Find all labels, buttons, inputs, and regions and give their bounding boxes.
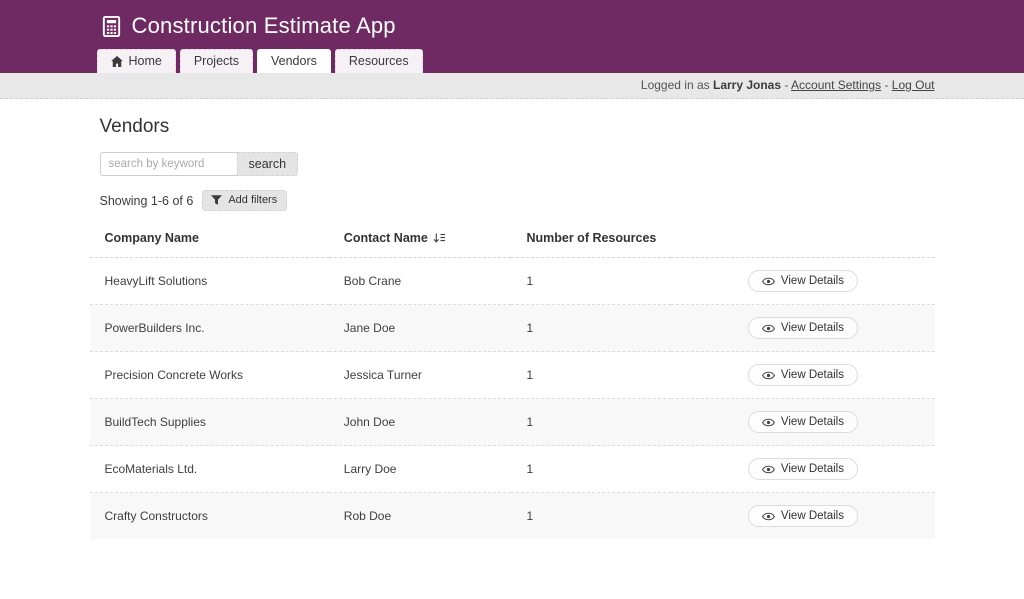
view-details-button[interactable]: View Details (748, 411, 858, 433)
contact-name-cell: Jane Doe (329, 305, 512, 352)
tab-label: Vendors (271, 54, 317, 68)
view-details-button[interactable]: View Details (748, 458, 858, 480)
view-details-label: View Details (781, 369, 844, 381)
column-header-number-of-resources: Number of Resources (511, 222, 671, 258)
company-name-cell: Precision Concrete Works (90, 352, 329, 399)
view-details-label: View Details (781, 322, 844, 334)
view-details-label: View Details (781, 416, 844, 428)
actions-cell: View Details (671, 446, 934, 493)
resources-count-cell: 1 (511, 352, 671, 399)
eye-icon (762, 371, 775, 380)
view-details-button[interactable]: View Details (748, 364, 858, 386)
resources-count-cell: 1 (511, 399, 671, 446)
logged-in-prefix: Logged in as (641, 78, 710, 92)
eye-icon (762, 512, 775, 521)
actions-cell: View Details (671, 493, 934, 540)
table-row: EcoMaterials Ltd. Larry Doe 1 View Detai… (90, 446, 935, 493)
table-row: Crafty Constructors Rob Doe 1 View Detai… (90, 493, 935, 540)
table-row: BuildTech Supplies John Doe 1 View Detai… (90, 399, 935, 446)
tab-home[interactable]: Home (97, 49, 176, 73)
view-details-button[interactable]: View Details (748, 505, 858, 527)
search-input[interactable] (100, 152, 237, 176)
log-out-link[interactable]: Log Out (892, 78, 935, 92)
resources-count-cell: 1 (511, 258, 671, 305)
tab-resources[interactable]: Resources (335, 49, 423, 73)
tab-label: Projects (194, 54, 239, 68)
view-details-label: View Details (781, 275, 844, 287)
actions-cell: View Details (671, 352, 934, 399)
contact-name-cell: Jessica Turner (329, 352, 512, 399)
separator: - (884, 78, 888, 92)
account-settings-link[interactable]: Account Settings (791, 78, 881, 92)
column-header-contact-name[interactable]: Contact Name (329, 222, 512, 258)
showing-row: Showing 1-6 of 6 Add filters (90, 190, 935, 211)
vendors-table: Company Name Contact Name (90, 222, 935, 539)
page-title: Vendors (90, 116, 935, 138)
actions-cell: View Details (671, 258, 934, 305)
resources-count-cell: 1 (511, 446, 671, 493)
column-header-company-name: Company Name (90, 222, 329, 258)
actions-cell: View Details (671, 399, 934, 446)
company-name-cell: PowerBuilders Inc. (90, 305, 329, 352)
tab-projects[interactable]: Projects (180, 49, 253, 73)
brand-row: Construction Estimate App (90, 0, 935, 49)
eye-icon (762, 465, 775, 474)
showing-count-text: Showing 1-6 of 6 (100, 194, 194, 208)
table-row: HeavyLift Solutions Bob Crane 1 View Det… (90, 258, 935, 305)
sort-amount-down-icon[interactable] (433, 233, 446, 244)
contact-name-cell: Larry Doe (329, 446, 512, 493)
contact-name-cell: John Doe (329, 399, 512, 446)
filter-funnel-icon (211, 195, 222, 205)
main-nav: Home Projects Vendors Resources (90, 49, 935, 73)
logged-in-username: Larry Jonas (713, 78, 781, 92)
view-details-button[interactable]: View Details (748, 317, 858, 339)
tab-label: Home (129, 54, 162, 68)
add-filters-button[interactable]: Add filters (202, 190, 287, 211)
table-row: PowerBuilders Inc. Jane Doe 1 View Detai… (90, 305, 935, 352)
table-header-row: Company Name Contact Name (90, 222, 935, 258)
eye-icon (762, 277, 775, 286)
actions-cell: View Details (671, 305, 934, 352)
search-button[interactable]: search (237, 152, 299, 176)
contact-name-cell: Bob Crane (329, 258, 512, 305)
eye-icon (762, 418, 775, 427)
add-filters-label: Add filters (228, 194, 277, 206)
view-details-button[interactable]: View Details (748, 270, 858, 292)
view-details-label: View Details (781, 463, 844, 475)
company-name-cell: EcoMaterials Ltd. (90, 446, 329, 493)
tab-label: Resources (349, 54, 409, 68)
column-header-actions (671, 222, 934, 258)
app-header: Construction Estimate App Home Projects … (0, 0, 1024, 73)
contact-name-cell: Rob Doe (329, 493, 512, 540)
vendors-page: Vendors search Showing 1-6 of 6 Add filt… (90, 99, 935, 539)
app-title: Construction Estimate App (132, 13, 396, 39)
home-icon (111, 56, 123, 67)
tab-vendors[interactable]: Vendors (257, 49, 331, 73)
resources-count-cell: 1 (511, 305, 671, 352)
company-name-cell: BuildTech Supplies (90, 399, 329, 446)
eye-icon (762, 324, 775, 333)
table-row: Precision Concrete Works Jessica Turner … (90, 352, 935, 399)
company-name-cell: Crafty Constructors (90, 493, 329, 540)
calculator-icon (100, 15, 123, 38)
company-name-cell: HeavyLift Solutions (90, 258, 329, 305)
resources-count-cell: 1 (511, 493, 671, 540)
search-row: search (90, 152, 935, 176)
separator: - (784, 78, 788, 92)
view-details-label: View Details (781, 510, 844, 522)
user-bar: Logged in as Larry Jonas - Account Setti… (0, 73, 1024, 99)
